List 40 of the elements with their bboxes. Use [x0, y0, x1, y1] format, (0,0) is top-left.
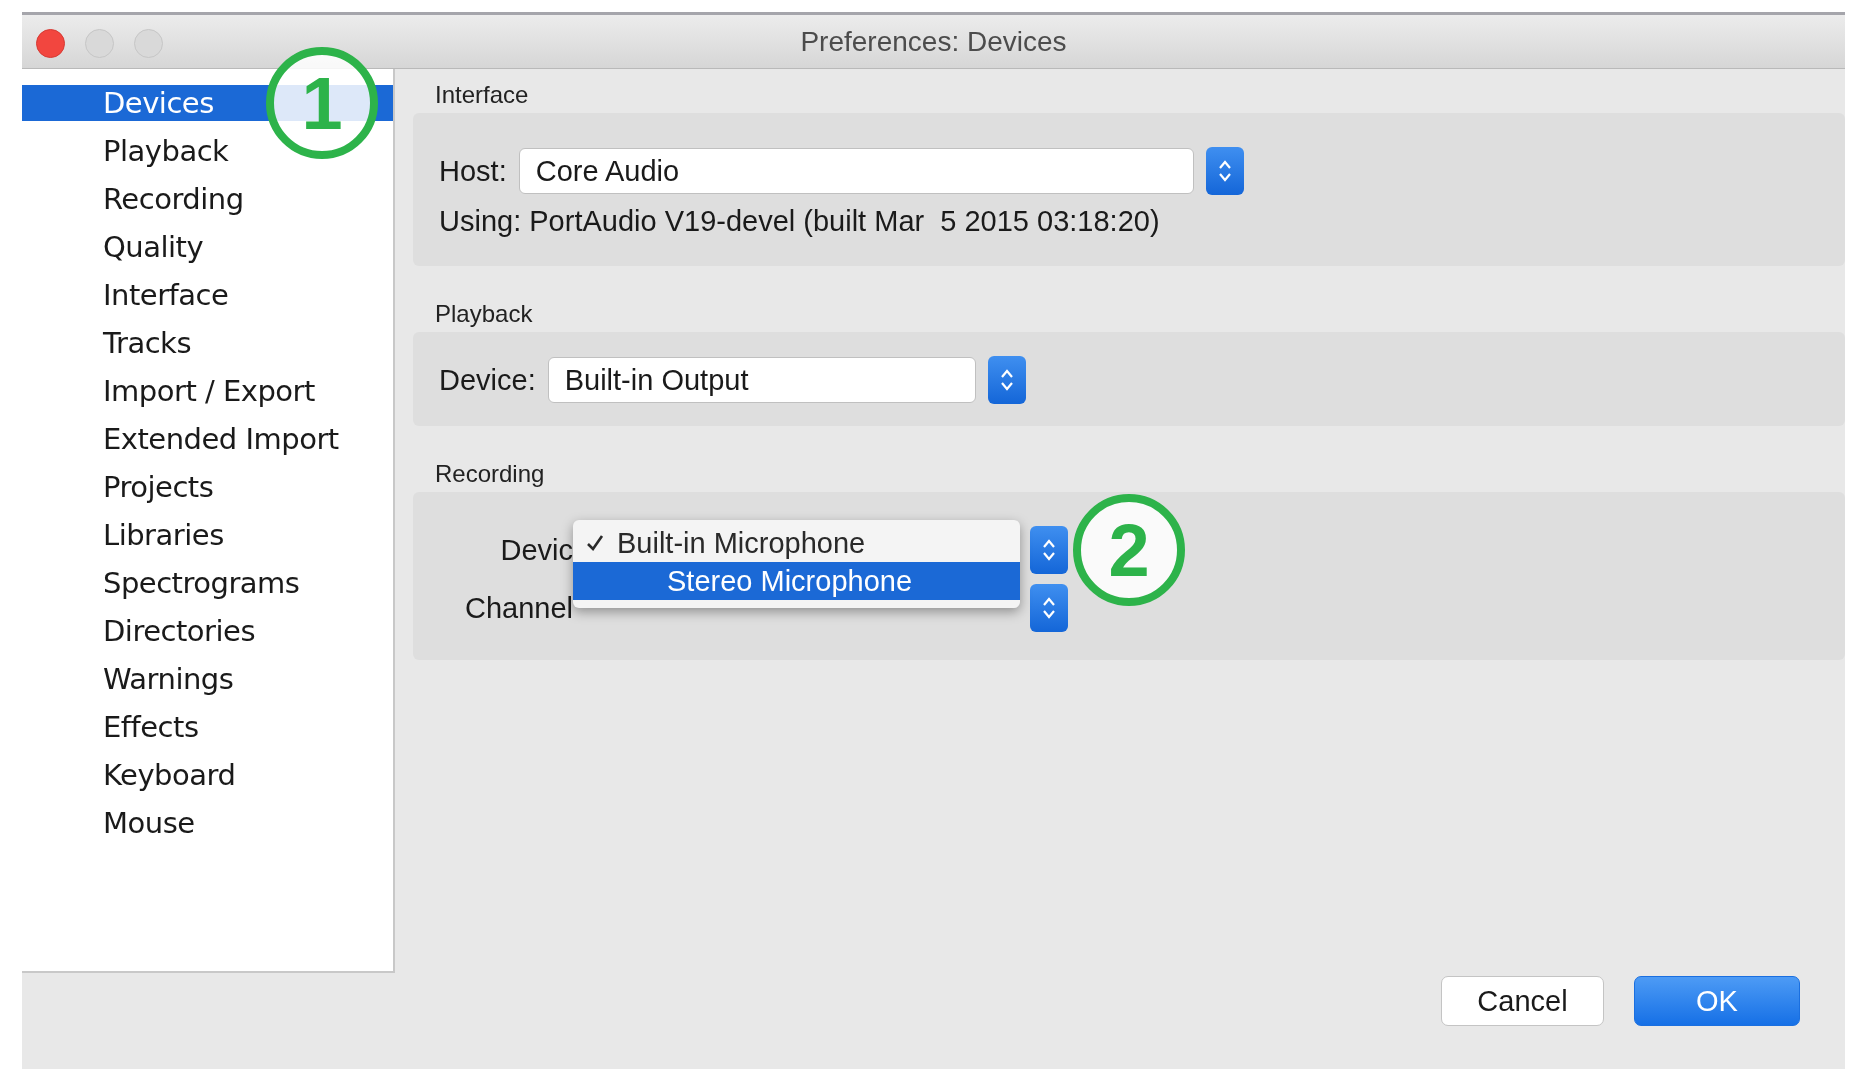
- field-label: Host:: [439, 154, 507, 188]
- section-heading: Interface: [434, 80, 530, 110]
- dropdown-stepper[interactable]: [1205, 147, 1244, 195]
- stepper-arrows-icon: [999, 367, 1014, 393]
- sidebar-item[interactable]: Interface: [22, 277, 393, 313]
- stepper-arrows-icon: [1042, 537, 1056, 563]
- sidebar-item[interactable]: Libraries: [22, 517, 393, 553]
- sidebar-item[interactable]: Tracks: [22, 325, 393, 361]
- cancel-button[interactable]: Cancel: [1441, 976, 1604, 1026]
- stepper-arrows-icon: [1217, 158, 1232, 184]
- field-label: Devic: [499, 533, 573, 567]
- sidebar-item[interactable]: Extended Import: [22, 421, 393, 457]
- dropdown-stepper[interactable]: [1030, 526, 1068, 574]
- sidebar-item[interactable]: Projects: [22, 469, 393, 505]
- annotation-number: 1: [266, 47, 378, 159]
- field-label: Channel: [463, 591, 573, 625]
- stepper-arrows-icon: [1042, 595, 1056, 621]
- menu-item[interactable]: Stereo Microphone: [573, 562, 1020, 600]
- sidebar-item[interactable]: Keyboard: [22, 757, 393, 793]
- sidebar-item[interactable]: Import / Export: [22, 373, 393, 409]
- annotation-number: 2: [1073, 494, 1185, 606]
- using-text: Using: PortAudio V19-devel (built Mar 5 2015 03:18:20): [439, 205, 1161, 238]
- menu-item[interactable]: Built-in Microphone: [573, 524, 1020, 562]
- section-heading: Playback: [434, 299, 534, 329]
- dropdown-stepper[interactable]: [1030, 584, 1068, 632]
- close-button[interactable]: [36, 29, 65, 58]
- sidebar-item[interactable]: Warnings: [22, 661, 393, 697]
- ok-button[interactable]: OK: [1634, 976, 1800, 1026]
- sidebar-item[interactable]: Recording: [22, 181, 393, 217]
- sidebar-item[interactable]: Effects: [22, 709, 393, 745]
- playback-device-select[interactable]: Built-in Output: [547, 357, 976, 403]
- section-heading: Recording: [434, 459, 546, 489]
- sidebar-item[interactable]: Quality: [22, 229, 393, 265]
- dropdown-stepper[interactable]: [987, 356, 1026, 404]
- sidebar-item[interactable]: Mouse: [22, 805, 393, 841]
- field-label: Device:: [439, 363, 536, 397]
- sidebar-item[interactable]: Directories: [22, 613, 393, 649]
- host-select[interactable]: Core Audio: [518, 148, 1194, 194]
- window-title: Preferences: Devices: [800, 25, 1067, 58]
- sidebar-item[interactable]: Spectrograms: [22, 565, 393, 601]
